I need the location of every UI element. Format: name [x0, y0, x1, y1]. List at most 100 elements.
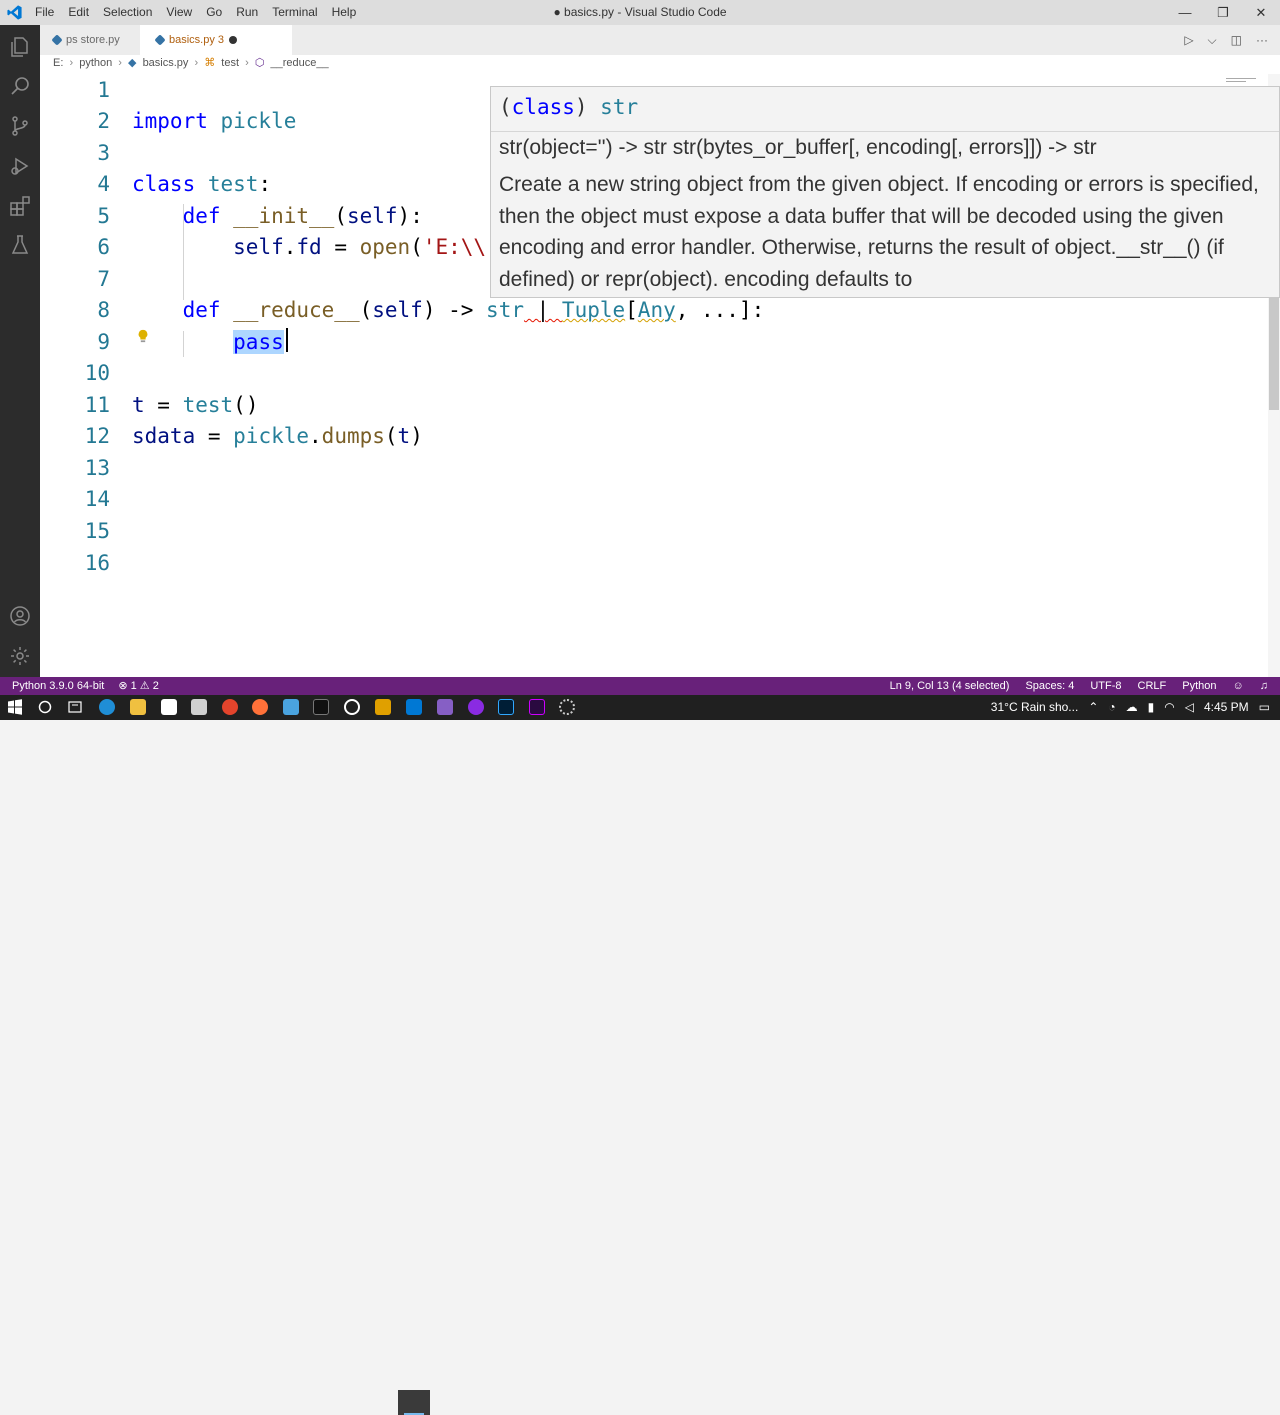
vscode-taskbar-icon[interactable] — [406, 699, 422, 715]
app-icon[interactable] — [283, 699, 299, 715]
vscode-logo-icon[interactable] — [6, 4, 23, 21]
store-icon[interactable] — [161, 699, 177, 715]
hover-signature: (class) str — [499, 95, 639, 119]
github-icon[interactable] — [344, 699, 360, 715]
clock[interactable]: 4:45 PM — [1204, 695, 1249, 720]
cursor-position[interactable]: Ln 9, Col 13 (4 selected) — [890, 677, 1010, 695]
tab-label: basics.py 3 — [169, 34, 225, 46]
menu-help[interactable]: Help — [325, 0, 364, 25]
line-number: 2 — [97, 109, 110, 133]
menu-terminal[interactable]: Terminal — [265, 0, 324, 25]
file-encoding[interactable]: UTF-8 — [1090, 677, 1121, 695]
chrome-browser-icon[interactable] — [222, 699, 238, 715]
explorer-icon[interactable] — [8, 35, 32, 59]
breadcrumb-file[interactable]: basics.py — [143, 57, 189, 69]
line-number: 11 — [84, 393, 110, 417]
language-mode[interactable]: Python — [1182, 677, 1216, 695]
menu-edit[interactable]: Edit — [61, 0, 96, 25]
menu-go[interactable]: Go — [199, 0, 229, 25]
mail-icon[interactable] — [191, 699, 207, 715]
account-icon[interactable] — [8, 604, 32, 628]
tab-label: ps store.py — [66, 34, 120, 46]
windows-start-icon[interactable] — [7, 699, 23, 715]
firefox-browser-icon[interactable] — [252, 699, 268, 715]
windows-taskbar: 31°C Rain sho... ⌃ ◔ ☁ ▮ ◠ ◁ 4:45 PM ▭ — [0, 695, 1280, 1415]
line-number: 13 — [84, 456, 110, 480]
settings-gear-icon[interactable] — [559, 699, 575, 715]
line-number: 9 — [97, 330, 110, 354]
line-number: 3 — [97, 141, 110, 165]
restore-button[interactable]: ❐ — [1204, 0, 1242, 25]
breadcrumb-method[interactable]: __reduce__ — [270, 57, 328, 69]
search-circle-icon[interactable] — [37, 699, 53, 715]
python-file-icon — [154, 34, 166, 46]
extensions-icon[interactable] — [8, 194, 32, 218]
code-line: 16 — [40, 547, 1265, 579]
tab-basics[interactable]: basics.py 3 — [140, 25, 292, 55]
python-file-icon: ◆ — [128, 57, 137, 69]
breadcrumb-class[interactable]: test — [221, 57, 239, 69]
premiere-icon[interactable] — [529, 699, 545, 715]
split-editor-icon[interactable]: ◫ — [1231, 25, 1242, 55]
run-debug-icon[interactable] — [8, 154, 32, 178]
line-ending[interactable]: CRLF — [1138, 677, 1167, 695]
menu-selection[interactable]: Selection — [96, 0, 159, 25]
run-icon[interactable]: ▷ — [1184, 25, 1193, 55]
task-view-icon[interactable] — [67, 699, 83, 715]
run-dropdown-icon[interactable]: ⌵ — [1208, 25, 1217, 55]
editor-tab-bar: ps store.py basics.py 3 ▷ ⌵ ◫ ··· — [40, 25, 1280, 55]
editor-actions: ▷ ⌵ ◫ ··· — [1184, 25, 1268, 55]
weather-widget[interactable]: 31°C Rain sho... — [991, 695, 1079, 720]
volume-icon[interactable]: ◁ — [1185, 695, 1194, 720]
visual-studio-icon[interactable] — [437, 699, 453, 715]
menu-view[interactable]: View — [159, 0, 199, 25]
feedback-icon[interactable]: ☺ — [1233, 677, 1244, 695]
menu-run[interactable]: Run — [229, 0, 265, 25]
photoshop-icon[interactable] — [498, 699, 514, 715]
close-button[interactable]: ✕ — [1242, 0, 1280, 25]
title-bar: File Edit Selection View Go Run Terminal… — [0, 0, 1280, 25]
breadcrumb-folder[interactable]: python — [79, 57, 112, 69]
breadcrumb-drive[interactable]: E: — [53, 57, 63, 69]
unsaved-dot-icon[interactable] — [229, 36, 237, 44]
minimize-button[interactable]: — — [1166, 0, 1204, 25]
scrollbar-thumb[interactable] — [1269, 296, 1279, 410]
network-icon[interactable]: ◔ — [1108, 695, 1115, 720]
minimap[interactable] — [1226, 76, 1258, 86]
file-explorer-icon[interactable] — [130, 699, 146, 715]
line-number: 6 — [97, 235, 110, 259]
notification-center-icon[interactable]: ▭ — [1259, 695, 1270, 720]
text-cursor — [286, 328, 288, 352]
search-icon[interactable] — [8, 74, 32, 98]
folder-app-icon[interactable] — [375, 699, 391, 715]
python-interpreter[interactable]: Python 3.9.0 64-bit — [12, 677, 104, 695]
python-file-icon — [51, 34, 63, 46]
code-line: 13 — [40, 452, 1265, 484]
battery-icon[interactable]: ▮ — [1148, 695, 1155, 720]
selected-text[interactable]: pass — [233, 330, 284, 354]
edge-browser-icon[interactable] — [99, 699, 115, 715]
notifications-bell-icon[interactable]: ♫ — [1260, 677, 1268, 695]
tab-ps-store[interactable]: ps store.py — [40, 25, 140, 55]
app-icon[interactable] — [468, 699, 484, 715]
chevron-right-icon: › — [194, 57, 199, 69]
problems-indicator[interactable]: ⊗ 1 ⚠ 2 — [118, 677, 159, 695]
chevron-up-icon[interactable]: ⌃ — [1088, 695, 1098, 720]
line-number: 4 — [97, 172, 110, 196]
code-line: 8 def __reduce__(self) -> str | Tuple[An… — [40, 294, 1265, 326]
settings-gear-icon[interactable] — [8, 644, 32, 668]
code-line: 15 — [40, 515, 1265, 547]
hover-doc-text: Create a new string object from the give… — [499, 173, 1259, 291]
source-control-icon[interactable] — [8, 114, 32, 138]
indentation[interactable]: Spaces: 4 — [1025, 677, 1074, 695]
wifi-icon[interactable]: ◠ — [1164, 695, 1174, 720]
menu-file[interactable]: File — [28, 0, 61, 25]
code-line: 12 sdata = pickle.dumps(t) — [40, 420, 1265, 452]
more-actions-icon[interactable]: ··· — [1256, 25, 1268, 55]
cloud-icon[interactable]: ☁ — [1126, 695, 1138, 720]
lightbulb-icon[interactable] — [136, 328, 150, 344]
testing-icon[interactable] — [8, 233, 32, 257]
chevron-right-icon: › — [245, 57, 249, 69]
terminal-icon[interactable] — [313, 699, 329, 715]
method-symbol-icon: ⬡ — [254, 57, 265, 69]
